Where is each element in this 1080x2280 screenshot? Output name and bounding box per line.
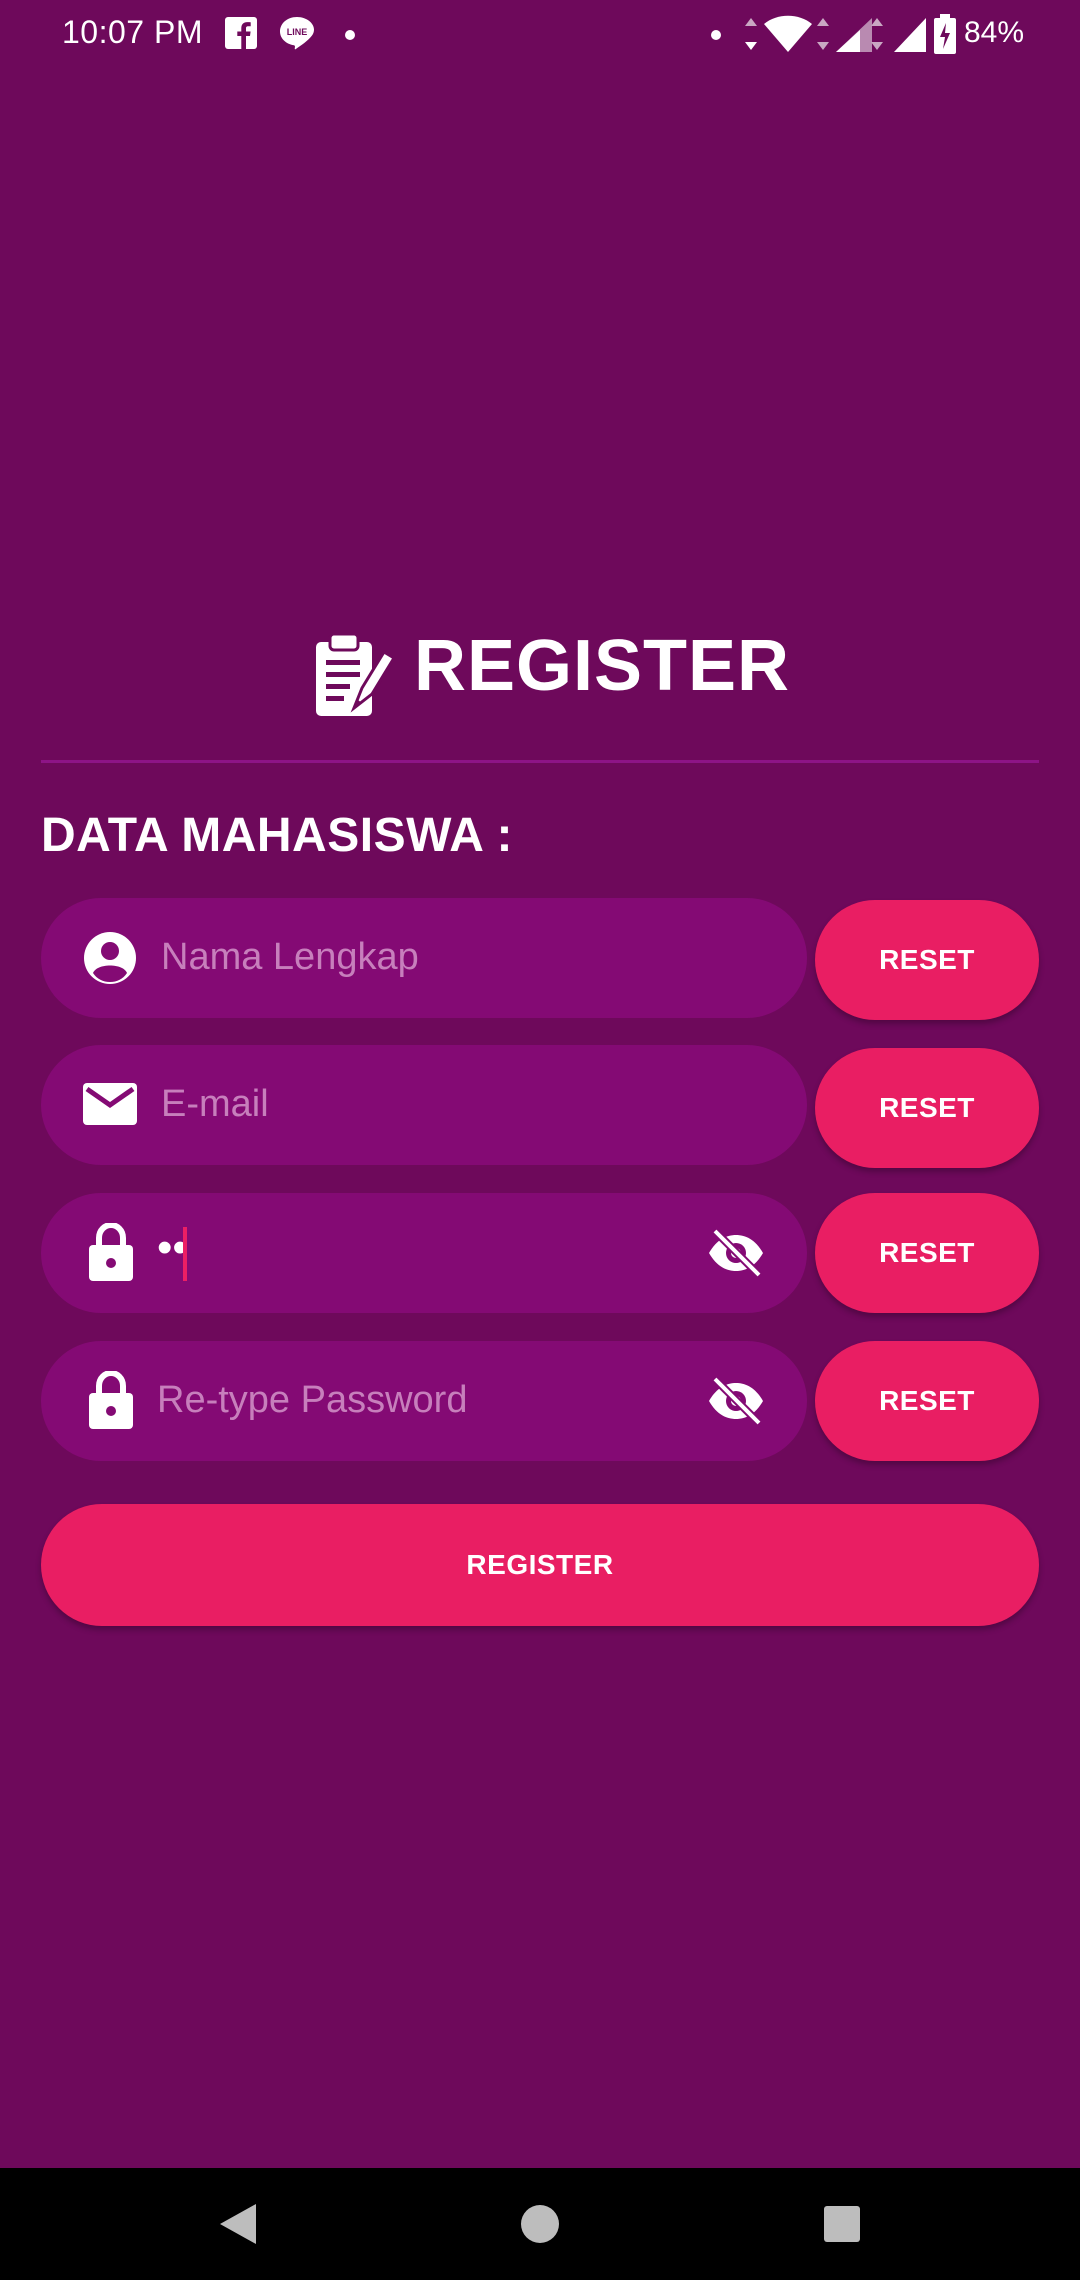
full-name-field[interactable]: Nama Lengkap: [41, 898, 807, 1018]
status-time: 10:07 PM: [62, 14, 203, 50]
line-icon: LINE: [278, 14, 316, 57]
home-icon[interactable]: [520, 2200, 560, 2253]
navigation-bar: [0, 2168, 1080, 2280]
data-arrows-icon-2: [814, 16, 832, 57]
status-bar: 10:07 PM LINE 84%: [0, 0, 1080, 70]
page-header: REGISTER: [0, 620, 1080, 730]
reset-full-name-button[interactable]: RESET: [815, 900, 1039, 1020]
full-name-placeholder: Nama Lengkap: [161, 936, 419, 978]
register-button[interactable]: REGISTER: [41, 1504, 1039, 1626]
recents-icon[interactable]: [822, 2200, 862, 2253]
lock-icon: [89, 1221, 143, 1281]
eye-off-icon[interactable]: [707, 1376, 765, 1426]
email-placeholder: E-mail: [161, 1083, 269, 1125]
reset-password-button[interactable]: RESET: [815, 1193, 1039, 1313]
data-arrows-icon-3: [868, 16, 886, 57]
retype-password-field[interactable]: Re-type Password: [41, 1341, 807, 1461]
divider: [41, 760, 1039, 763]
data-arrows-icon: [742, 16, 760, 57]
battery-icon: [934, 14, 956, 59]
email-field[interactable]: E-mail: [41, 1045, 807, 1165]
email-icon: [83, 1083, 137, 1137]
svg-text:LINE: LINE: [287, 27, 308, 37]
dot-icon: [710, 28, 722, 46]
eye-off-icon[interactable]: [707, 1228, 765, 1278]
notification-dot-icon: [344, 28, 356, 46]
text-cursor: [183, 1227, 187, 1281]
reset-email-button[interactable]: RESET: [815, 1048, 1039, 1168]
account-circle-icon: [83, 931, 137, 985]
battery-percent: 84%: [964, 16, 1025, 49]
section-heading: DATA MAHASISWA :: [41, 809, 513, 862]
page-title: REGISTER: [414, 626, 791, 706]
register-screen: 10:07 PM LINE 84% REGISTER DATA MAHASISW…: [0, 0, 1080, 2280]
retype-password-placeholder: Re-type Password: [157, 1379, 468, 1421]
facebook-icon: [224, 16, 258, 55]
signal-icon-2: [892, 16, 928, 59]
wifi-icon: [762, 14, 814, 59]
password-field[interactable]: ••: [41, 1193, 807, 1313]
lock-icon: [89, 1369, 143, 1429]
back-icon[interactable]: [216, 2200, 260, 2253]
clipboard-edit-icon: [310, 630, 397, 725]
reset-retype-password-button[interactable]: RESET: [815, 1341, 1039, 1461]
